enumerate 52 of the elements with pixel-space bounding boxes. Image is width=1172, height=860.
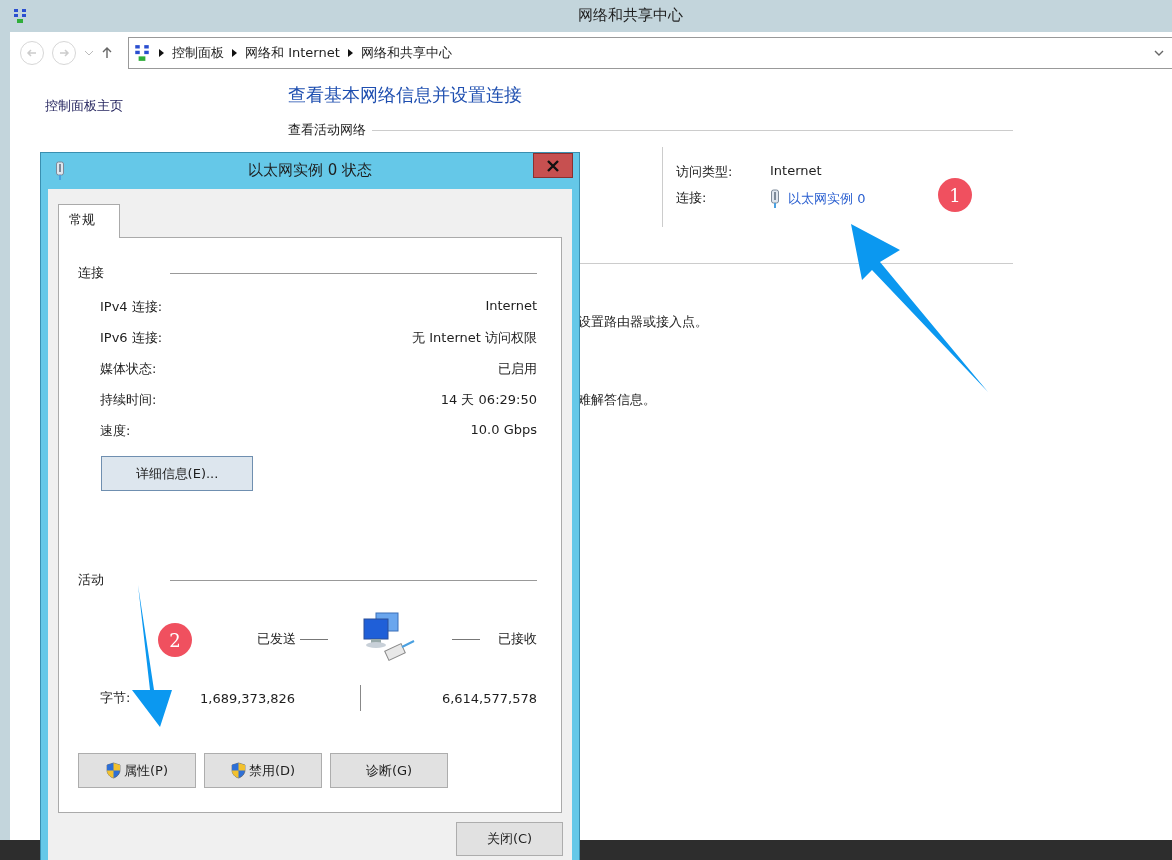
received-bytes: 6,614,577,578 bbox=[441, 690, 537, 706]
field-value: 无 Internet 访问权限 bbox=[412, 329, 537, 347]
close-icon bbox=[546, 159, 560, 172]
chevron-icon bbox=[232, 49, 237, 57]
field-label: 速度: bbox=[100, 422, 131, 440]
section-title: 查看活动网络 bbox=[288, 121, 366, 139]
description-text: 设置路由器或接入点。 bbox=[578, 313, 709, 331]
dialog-plug-icon bbox=[55, 161, 65, 181]
action-button[interactable]: 诊断(G) bbox=[330, 753, 448, 788]
forward-arrow-icon bbox=[58, 47, 70, 59]
shield-icon bbox=[230, 762, 246, 779]
address-network-icon bbox=[133, 44, 151, 62]
page-heading: 查看基本网络信息并设置连接 bbox=[288, 83, 523, 107]
window-title: 网络和共享中心 bbox=[576, 6, 684, 25]
field-label: 字节: bbox=[100, 689, 132, 707]
dialog-title: 以太网实例 0 状态 bbox=[246, 161, 374, 180]
details-button[interactable]: 详细信息(E)... bbox=[101, 456, 253, 491]
field-label: 媒体状态: bbox=[100, 360, 157, 378]
field-value: Internet bbox=[770, 163, 823, 180]
shield-icon bbox=[106, 762, 121, 779]
up-arrow-icon[interactable] bbox=[102, 47, 112, 59]
group-title: 活动 bbox=[78, 571, 105, 589]
group-title: 连接 bbox=[78, 264, 105, 282]
field-label: 持续时间: bbox=[100, 391, 157, 409]
sent-bytes: 1,689,373,826 bbox=[200, 690, 297, 706]
sidebar-link[interactable]: 控制面板主页 bbox=[45, 97, 288, 115]
tab[interactable]: 常规 bbox=[58, 204, 120, 238]
dropdown-caret-icon[interactable] bbox=[1154, 50, 1164, 56]
field-label: 访问类型: bbox=[676, 163, 734, 181]
back-arrow-icon bbox=[26, 47, 38, 59]
breadcrumb-item[interactable]: 控制面板 bbox=[172, 44, 224, 62]
field-value: Internet bbox=[485, 298, 537, 315]
sent-label: 已发送 bbox=[257, 631, 296, 646]
action-button[interactable]: 禁用(D) bbox=[204, 753, 322, 788]
field-label: 连接: bbox=[676, 189, 708, 207]
field-value: 10.0 Gbps bbox=[470, 422, 537, 439]
window-icon bbox=[12, 8, 28, 24]
chevron-icon bbox=[159, 49, 164, 57]
received-label: 已接收 bbox=[498, 630, 537, 648]
breadcrumb-item[interactable]: 网络和共享中心 bbox=[360, 44, 452, 62]
ethernet-plug-icon bbox=[770, 189, 780, 209]
field-value: 已启用 bbox=[498, 360, 537, 378]
field-value: 14 天 06:29:50 bbox=[440, 391, 537, 409]
close-dialog-button[interactable]: 关闭(C) bbox=[456, 822, 563, 856]
field-label: IPv4 连接: bbox=[100, 298, 163, 316]
close-button[interactable] bbox=[533, 153, 573, 178]
chevron-icon bbox=[347, 49, 353, 57]
field-label: IPv6 连接: bbox=[100, 329, 163, 347]
breadcrumb-item[interactable]: 网络和 Internet bbox=[245, 44, 340, 62]
address-bar[interactable]: 控制面板 网络和 Internet 网络和共享中心 bbox=[128, 37, 1172, 69]
action-button[interactable]: 属性(P) bbox=[78, 753, 196, 788]
connection-link[interactable]: 以太网实例 0 bbox=[788, 190, 866, 208]
